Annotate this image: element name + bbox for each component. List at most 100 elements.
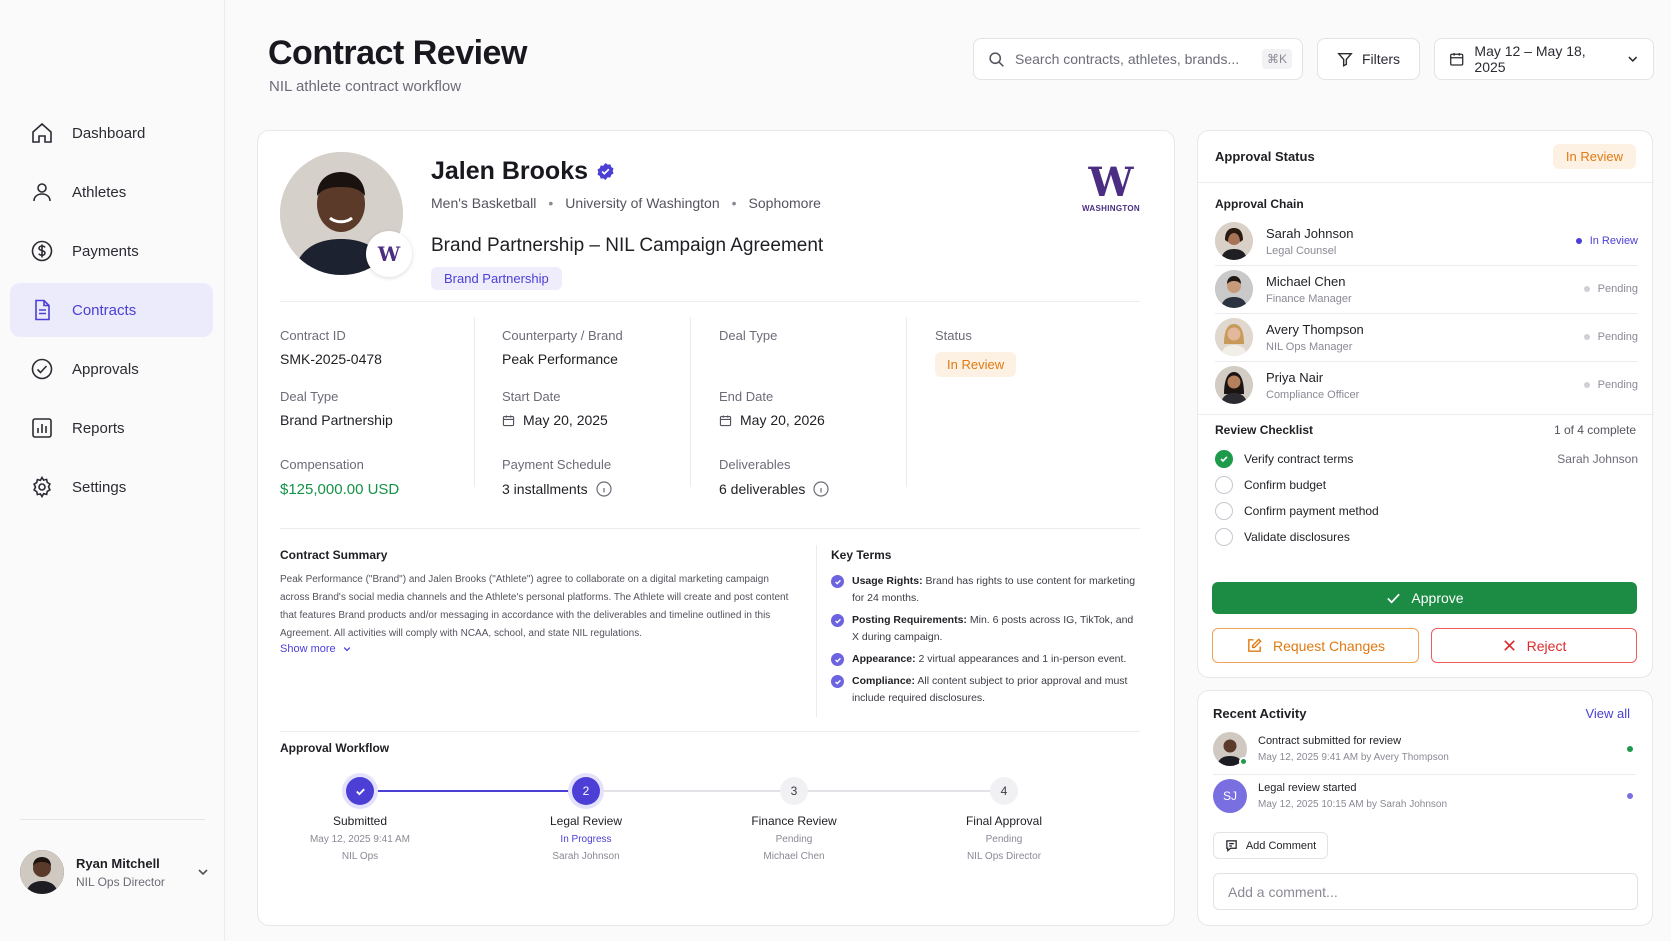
athlete-school: University of Washington (565, 195, 720, 211)
gear-icon (33, 475, 51, 499)
search-input[interactable] (1015, 51, 1252, 67)
checklist-item[interactable]: Confirm payment method (1215, 501, 1638, 521)
approve-button[interactable]: Approve (1212, 582, 1637, 614)
search-bar[interactable]: ⌘K (973, 38, 1303, 80)
shortcut-badge: ⌘K (1261, 49, 1292, 69)
step-assignee: Michael Chen (763, 851, 825, 862)
dollar-icon (31, 240, 53, 262)
avatar-initials: SJ (1222, 789, 1237, 803)
calendar-icon (1450, 53, 1464, 66)
sidebar-item-athletes[interactable]: Athletes (10, 165, 213, 219)
deal-type-label: Deal Type (280, 389, 339, 404)
sidebar-item-approvals[interactable]: Approvals (10, 342, 213, 396)
workflow-step-finance[interactable]: 3 Finance Review Pending Michael Chen (714, 777, 874, 862)
approver-row[interactable]: Sarah Johnson Legal Counsel In Review (1215, 219, 1638, 263)
divider (1198, 414, 1654, 415)
approver-role: Legal Counsel (1266, 244, 1337, 257)
approver-row[interactable]: Avery Thompson NIL Ops Manager Pending (1215, 315, 1638, 359)
payment-schedule-text: 3 installments (502, 481, 588, 497)
add-comment-button[interactable]: Add Comment (1213, 832, 1328, 859)
approver-status-text: Pending (1597, 379, 1638, 391)
date-range-picker[interactable]: May 12 – May 18, 2025 (1434, 38, 1654, 80)
filters-label: Filters (1361, 51, 1401, 67)
approval-workflow: Approval Workflow Submitted May 12, 2025… (280, 741, 1140, 881)
approver-name: Sarah Johnson (1266, 225, 1354, 241)
comment-input[interactable] (1213, 873, 1638, 910)
approver-row[interactable]: Priya Nair Compliance Officer Pending (1215, 363, 1638, 407)
key-term-label: Posting Requirements: (852, 614, 967, 626)
school-logo: W WASHINGTON (1076, 159, 1146, 214)
checkbox[interactable] (1215, 528, 1233, 546)
step-assignee: NIL Ops (341, 851, 379, 862)
document-icon (35, 299, 50, 321)
checklist-assignee: Sarah Johnson (1557, 452, 1638, 466)
avatar (1215, 270, 1253, 308)
approval-status-title: Approval Status (1215, 149, 1315, 164)
payment-schedule-label: Payment Schedule (502, 457, 612, 472)
key-terms-list: Usage Rights: Brand has rights to use co… (831, 573, 1141, 712)
sidebar-item-dashboard[interactable]: Dashboard (10, 106, 213, 160)
approver-status: Pending (1583, 331, 1638, 343)
info-icon[interactable] (813, 481, 829, 497)
approver-row[interactable]: Michael Chen Finance Manager Pending (1215, 267, 1638, 311)
sidebar-item-settings[interactable]: Settings (10, 460, 213, 514)
workflow-step-submitted[interactable]: Submitted May 12, 2025 9:41 AM NIL Ops (280, 777, 440, 862)
workflow-step-final[interactable]: 4 Final Approval Pending NIL Ops Directo… (924, 777, 1084, 862)
column-divider (474, 317, 475, 487)
show-more-label: Show more (280, 643, 336, 655)
filters-button[interactable]: Filters (1317, 38, 1420, 80)
compensation-value: $125,000.00 USD (280, 481, 400, 498)
sidebar-item-label: Settings (72, 478, 127, 496)
step-status: In Progress (560, 834, 612, 845)
athlete-name-text: Jalen Brooks (431, 157, 589, 185)
sidebar-item-label: Contracts (72, 301, 137, 319)
compensation-label: Compensation (280, 457, 364, 472)
activity-text: Legal review started (1258, 782, 1357, 794)
sidebar-item-label: Payments (72, 242, 139, 260)
list-item: Posting Requirements: Min. 6 posts acros… (831, 612, 1141, 646)
list-item: Compliance: All content subject to prior… (831, 673, 1141, 707)
check-circle-icon (31, 358, 53, 380)
view-all-link[interactable]: View all (1585, 706, 1630, 721)
divider (280, 301, 1140, 302)
contract-summary-text: Peak Performance ("Brand") and Jalen Bro… (280, 574, 789, 639)
checkbox-checked[interactable] (1215, 450, 1233, 468)
sidebar-item-payments[interactable]: Payments (10, 224, 213, 278)
approver-status: Pending (1583, 379, 1638, 391)
show-more-link[interactable]: Show more (280, 643, 352, 655)
checkbox[interactable] (1215, 476, 1233, 494)
workflow-step-legal[interactable]: 2 Legal Review In Progress Sarah Johnson (506, 777, 666, 862)
sidebar-divider (20, 819, 205, 820)
divider (1198, 182, 1654, 183)
chevron-down-icon (1627, 56, 1637, 63)
step-pending-circle: 4 (990, 777, 1018, 805)
checklist-item[interactable]: Validate disclosures (1215, 527, 1638, 547)
approver-role: Finance Manager (1266, 292, 1352, 305)
step-title: Final Approval (965, 814, 1043, 828)
reject-label: Reject (1526, 637, 1567, 654)
checklist-item[interactable]: Verify contract terms Sarah Johnson (1215, 449, 1638, 469)
reject-button[interactable]: Reject (1431, 628, 1637, 663)
divider (280, 528, 1140, 529)
checkbox[interactable] (1215, 502, 1233, 520)
counterparty-value: Peak Performance (502, 351, 618, 367)
deliverables-label: Deliverables (719, 457, 791, 472)
request-changes-button[interactable]: Request Changes (1212, 628, 1419, 663)
school-badge: W (366, 231, 412, 277)
sidebar-item-reports[interactable]: Reports (10, 401, 213, 455)
avatar (20, 850, 64, 894)
approval-status-card: Approval Status In Review Approval Chain… (1197, 130, 1654, 678)
school-logo-letter: W (1088, 159, 1134, 206)
start-date-text: May 20, 2025 (523, 412, 608, 428)
info-icon[interactable] (595, 481, 612, 497)
key-term-text: Usage Rights: Brand has rights to use co… (852, 573, 1141, 607)
review-checklist-title: Review Checklist (1215, 423, 1314, 437)
user-menu[interactable]: Ryan Mitchell NIL Ops Director (20, 850, 210, 894)
avatar (1215, 366, 1253, 404)
checklist-label: Verify contract terms (1244, 452, 1354, 466)
checklist-item[interactable]: Confirm budget (1215, 475, 1638, 495)
sidebar-item-label: Approvals (72, 360, 139, 378)
deal-type-tag: Brand Partnership (431, 267, 562, 290)
sidebar-item-label: Athletes (72, 183, 127, 201)
sidebar-item-contracts[interactable]: Contracts (10, 283, 213, 337)
